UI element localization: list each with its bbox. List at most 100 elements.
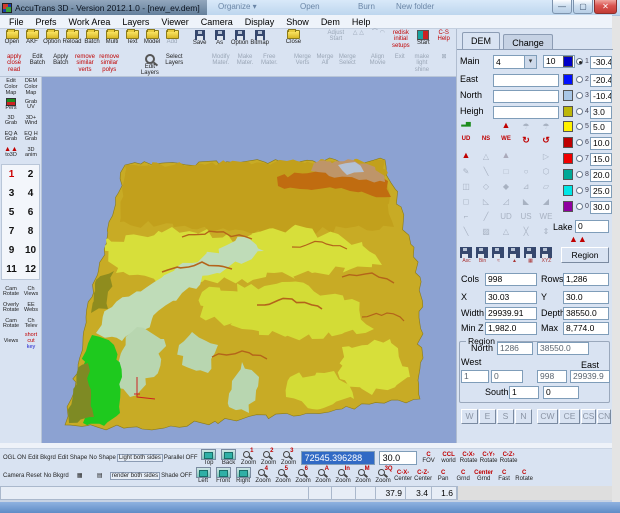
cam-left[interactable]: Left: [193, 467, 213, 484]
band-value-0[interactable]: 30.0: [590, 201, 612, 214]
tool-multi[interactable]: Multi: [102, 29, 122, 45]
cols-field[interactable]: 998: [485, 273, 537, 286]
dem-tool-icon[interactable]: ◣: [519, 196, 533, 208]
band-radio-1[interactable]: [576, 58, 583, 65]
region-button-s[interactable]: S: [497, 409, 514, 424]
dem-tool-icon[interactable]: ▲: [499, 121, 513, 133]
viewport-3d[interactable]: [42, 77, 456, 443]
band-radio-2[interactable]: [576, 76, 583, 83]
dem-tool-icon[interactable]: ☂: [539, 121, 553, 133]
explorer-item[interactable]: New folder: [396, 2, 434, 11]
color-swatch-6[interactable]: [563, 137, 573, 148]
tool-remove-similar-polys[interactable]: remove similar polys: [97, 54, 121, 73]
cam-zoomm[interactable]: M Zoom: [353, 466, 373, 484]
save-icon-≈[interactable]: ≈: [492, 247, 505, 264]
explorer-item[interactable]: Open: [300, 2, 320, 11]
cam-ogl-on[interactable]: OGL ON: [2, 455, 27, 461]
band-radio-0[interactable]: [576, 203, 583, 210]
dem-tool-icon[interactable]: △: [499, 226, 513, 238]
band-value-5[interactable]: 5.0: [590, 121, 612, 134]
cam-zoom5[interactable]: 5 Zoom: [273, 466, 293, 484]
dem-tool-icon[interactable]: △: [479, 151, 493, 163]
tool-start[interactable]: Start: [413, 30, 433, 46]
color-swatch-4[interactable]: [563, 106, 573, 117]
dem-tool-icon[interactable]: ✎: [459, 166, 473, 178]
band-value-1[interactable]: -30.4: [590, 56, 612, 69]
layer-number-11[interactable]: 11: [2, 260, 21, 279]
layer-number-1[interactable]: 1: [2, 165, 21, 184]
color-swatch-2[interactable]: [563, 74, 573, 85]
x-field[interactable]: 30.03: [485, 291, 537, 304]
heigh-field[interactable]: [493, 106, 559, 119]
dem-tool-icon[interactable]: ╲: [479, 166, 493, 178]
tool-option[interactable]: Option: [42, 29, 62, 45]
cam-front[interactable]: Front: [213, 467, 233, 484]
cam-c-y-rotate[interactable]: C‹Y› Rotate: [479, 452, 499, 465]
band-radio-4[interactable]: [576, 108, 583, 115]
cam-zooma[interactable]: A Zoom: [313, 466, 333, 484]
cam-zoom6[interactable]: 6 Zoom: [293, 466, 313, 484]
region-button-cs[interactable]: CS: [581, 409, 596, 424]
menu-work-area[interactable]: Work Area: [64, 17, 116, 27]
dem-tool-icon[interactable]: ╱: [479, 211, 493, 223]
dem-tool-icon[interactable]: ▨: [479, 226, 493, 238]
region-west-coord-field[interactable]: 0: [491, 370, 523, 383]
color-swatch-1[interactable]: [563, 56, 573, 67]
camera-angle-field[interactable]: 30.0: [378, 451, 417, 465]
dem-tool-icon[interactable]: ⌐: [459, 211, 473, 223]
sidebar-item-dem-color-map[interactable]: DEM Color Map: [21, 78, 41, 97]
region-south-row-field[interactable]: 1: [509, 386, 539, 399]
menu-show[interactable]: Show: [281, 17, 314, 27]
color-swatch-5[interactable]: [563, 121, 573, 132]
cam-render-both-sides[interactable]: render both sides: [109, 471, 161, 481]
cam-light-both-sides[interactable]: Light both sides: [116, 453, 163, 463]
dem-tool-icon[interactable]: ◆: [499, 181, 513, 193]
layer-number-10[interactable]: 10: [21, 241, 40, 260]
layer-number-12[interactable]: 12: [21, 260, 40, 279]
tool-c-s-help[interactable]: C-S Help: [433, 30, 454, 43]
cam-top[interactable]: Top: [199, 449, 219, 466]
cam-ccl-world[interactable]: CCL world: [439, 452, 459, 465]
dem-tool-icon[interactable]: ╲: [459, 226, 473, 238]
tool-reload[interactable]: Reload: [62, 29, 82, 45]
band-radio-7[interactable]: [576, 155, 583, 162]
layer-number-8[interactable]: 8: [21, 222, 40, 241]
band-value-3[interactable]: -10.4: [590, 90, 612, 103]
region-button-ce[interactable]: CE: [559, 409, 580, 424]
dem-tool-icon[interactable]: ▷: [539, 151, 553, 163]
cam-no-bkgrd[interactable]: No Bkgrd: [43, 473, 70, 479]
tool-batch[interactable]: Batch: [82, 29, 102, 45]
save-icon-▲[interactable]: ▲: [508, 247, 521, 264]
color-swatch-9[interactable]: [563, 185, 573, 196]
dem-tool-icon[interactable]: ▱: [539, 181, 553, 193]
cam-c-fast[interactable]: C Fast: [494, 470, 514, 483]
dem-tool-icon[interactable]: ╳: [519, 226, 533, 238]
tool-akf[interactable]: AKF: [22, 29, 42, 45]
tool-edit-layers[interactable]: Edit Layers: [138, 54, 162, 77]
cam-c-z-rotate[interactable]: C‹Z› Rotate: [499, 452, 519, 465]
dem-tool-icon[interactable]: ↺: [539, 136, 553, 148]
tool-open[interactable]: Open: [2, 29, 22, 45]
cam-zoom4[interactable]: 4 Zoom: [253, 466, 273, 484]
min-z-field[interactable]: 1,982.0: [485, 322, 537, 335]
menu-layers[interactable]: Layers: [117, 17, 154, 27]
dem-tool-icon[interactable]: ◢: [539, 196, 553, 208]
dem-tool-icon[interactable]: ◺: [479, 196, 493, 208]
dem-tool-icon[interactable]: ⇕: [539, 226, 553, 238]
sidebar-item-to3d[interactable]: ▲▲ to3D: [1, 145, 21, 161]
region-button-w[interactable]: W: [461, 409, 478, 424]
tool-remove-similar-verts[interactable]: remove similar verts: [73, 54, 97, 73]
region-west-col-field[interactable]: 1: [461, 370, 489, 383]
band-radio-6[interactable]: [576, 139, 583, 146]
dem-tool-icon[interactable]: ☂: [519, 121, 533, 133]
tool-text[interactable]: Text: [122, 29, 142, 45]
width-field[interactable]: 29939.91: [485, 307, 537, 320]
color-swatch-7[interactable]: [563, 153, 573, 164]
save-icon-▦[interactable]: ▦: [524, 247, 537, 264]
dem-tool-icon[interactable]: ▂▅: [459, 121, 473, 133]
close-button[interactable]: ✕: [594, 0, 617, 14]
layer-number-3[interactable]: 3: [2, 184, 21, 203]
color-swatch-0[interactable]: [563, 201, 573, 212]
dem-tool-icon[interactable]: UD: [499, 211, 513, 223]
layer-number-7[interactable]: 7: [2, 222, 21, 241]
